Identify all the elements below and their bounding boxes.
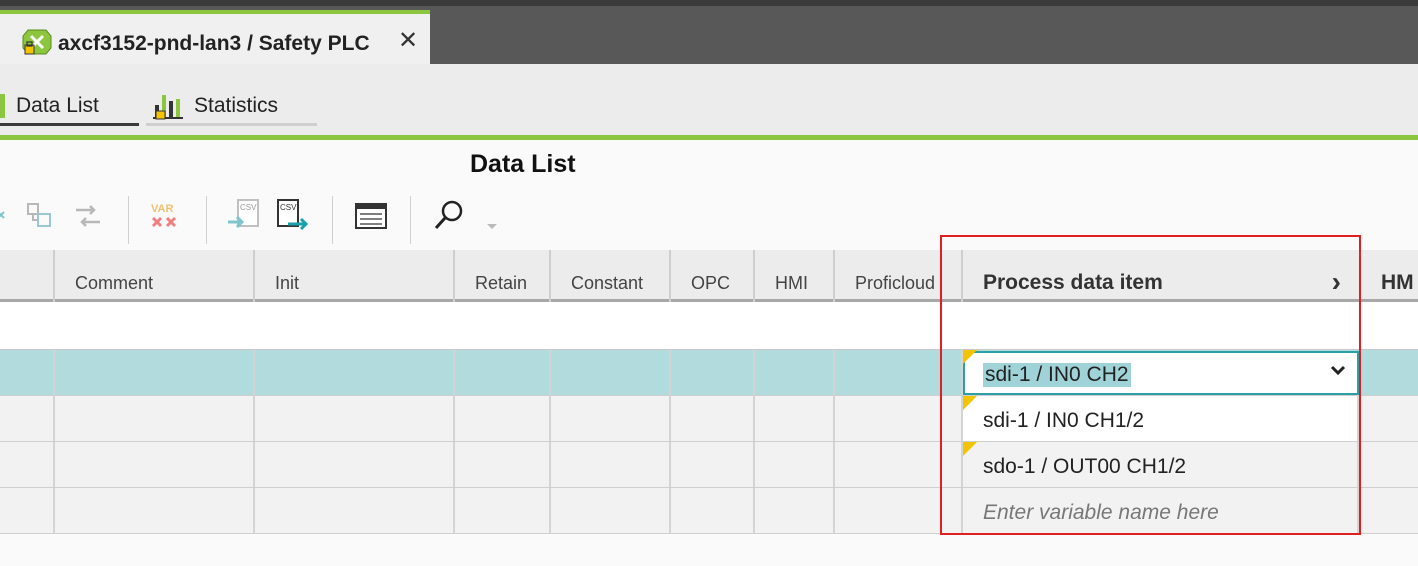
modified-flag-icon [963, 396, 977, 410]
tab-statistics-label: Statistics [194, 93, 279, 117]
table-cell[interactable] [255, 350, 455, 395]
table-cell[interactable] [755, 442, 835, 487]
column-header-hmi-partial[interactable]: HM [1361, 250, 1418, 302]
table-cell[interactable] [755, 488, 835, 533]
data-list-icon [0, 93, 5, 118]
column-header-init[interactable]: Init [255, 250, 455, 302]
table-row[interactable]: sdo-1 / OUT00 CH1/2 [0, 442, 1418, 488]
document-tab-title: axcf3152-pnd-lan3 / Safety PLC [58, 32, 370, 55]
data-list-panel: Data List VAR CSV CSV Comment Init Retai… [0, 140, 1418, 566]
process-data-item-value: sdi-1 / IN0 CH1/2 [983, 409, 1145, 432]
table-cell[interactable] [835, 442, 963, 487]
process-data-item-value[interactable]: sdi-1 / IN0 CH2 [983, 363, 1131, 387]
column-header-retain[interactable]: Retain [455, 250, 551, 302]
table-cell[interactable] [551, 350, 671, 395]
table-cell[interactable] [455, 488, 551, 533]
column-header-opc[interactable]: OPC [671, 250, 755, 302]
table-cell[interactable] [551, 442, 671, 487]
svg-text:VAR: VAR [151, 203, 173, 215]
export-csv-icon[interactable]: CSV [274, 198, 310, 234]
table-row-empty [0, 302, 1418, 350]
process-data-item-cell[interactable]: sdo-1 / OUT00 CH1/2 [963, 442, 1359, 487]
table-cell[interactable] [455, 350, 551, 395]
svg-text:CSV: CSV [280, 203, 297, 212]
toolbar-separator [410, 196, 411, 244]
table-row-selected[interactable]: sdi-1 / IN0 CH2 [0, 350, 1418, 396]
tab-data-list-label: Data List [16, 93, 99, 117]
toolbar-separator [332, 196, 333, 244]
chevron-right-icon[interactable]: › [1332, 266, 1341, 298]
modified-flag-icon [963, 442, 977, 456]
delete-variables-icon[interactable]: VAR [148, 198, 184, 234]
grid-header: Comment Init Retain Constant OPC HMI Pro… [0, 250, 1418, 302]
table-cell[interactable] [835, 488, 963, 533]
search-icon[interactable] [432, 198, 468, 234]
table-cell[interactable] [255, 396, 455, 441]
column-header-proficloud[interactable]: Proficloud [835, 250, 963, 302]
table-cell[interactable] [455, 396, 551, 441]
column-header-process-data-item[interactable]: Process data item › [963, 250, 1361, 302]
process-data-item-dropdown[interactable]: sdi-1 / IN0 CH2 [963, 351, 1359, 395]
table-cell[interactable] [55, 442, 255, 487]
table-cell[interactable] [55, 350, 255, 395]
table-cell[interactable] [671, 488, 755, 533]
search-dropdown-icon[interactable] [484, 218, 500, 234]
editor-subtabs: Data List Statistics [0, 64, 1418, 136]
table-cell[interactable] [671, 350, 755, 395]
table-view-icon[interactable] [354, 198, 390, 234]
table-cell[interactable] [55, 488, 255, 533]
process-data-item-cell[interactable]: sdi-1 / IN0 CH1/2 [963, 396, 1359, 441]
modified-flag-icon [963, 350, 977, 364]
column-header-comment[interactable]: Comment [55, 250, 255, 302]
toolbar-separator [206, 196, 207, 244]
table-cell[interactable] [835, 396, 963, 441]
copy-structure-icon[interactable] [22, 198, 58, 234]
table-cell[interactable] [0, 350, 55, 395]
column-header-process-data-item-label: Process data item [983, 271, 1163, 294]
table-cell[interactable] [0, 442, 55, 487]
column-header-name[interactable] [0, 250, 55, 302]
table-cell[interactable] [755, 350, 835, 395]
column-header-constant[interactable]: Constant [551, 250, 671, 302]
table-row-new[interactable]: Enter variable name here [0, 488, 1418, 534]
table-cell[interactable] [455, 442, 551, 487]
statistics-icon [153, 94, 183, 119]
panel-title: Data List [470, 150, 576, 178]
process-data-item-value: sdo-1 / OUT00 CH1/2 [983, 455, 1187, 478]
new-variable-placeholder[interactable]: Enter variable name here [983, 501, 1219, 525]
document-tab[interactable]: axcf3152-pnd-lan3 / Safety PLC ✕ [0, 10, 430, 65]
table-cell[interactable] [55, 396, 255, 441]
tab-data-list[interactable]: Data List [0, 88, 139, 126]
table-cell[interactable] [0, 396, 55, 441]
toolbar-separator [128, 196, 129, 244]
column-header-hmi[interactable]: HMI [755, 250, 835, 302]
import-csv-icon[interactable]: CSV [226, 198, 262, 234]
table-cell[interactable] [671, 396, 755, 441]
table-cell[interactable] [255, 442, 455, 487]
svg-text:CSV: CSV [240, 203, 257, 212]
table-cell[interactable] [671, 442, 755, 487]
table-cell[interactable] [551, 396, 671, 441]
chevron-down-icon[interactable] [1329, 361, 1347, 385]
table-row[interactable]: sdi-1 / IN0 CH1/2 [0, 396, 1418, 442]
safety-plc-icon [22, 29, 52, 55]
table-cell[interactable] [255, 488, 455, 533]
swap-icon[interactable] [70, 198, 106, 234]
toolbar: VAR CSV CSV [0, 192, 520, 248]
table-cell[interactable] [755, 396, 835, 441]
process-data-item-cell[interactable]: Enter variable name here [963, 488, 1359, 533]
tab-statistics[interactable]: Statistics [146, 88, 317, 126]
close-tab-icon[interactable]: ✕ [398, 28, 418, 54]
table-cell[interactable] [835, 350, 963, 395]
table-cell[interactable] [0, 488, 55, 533]
table-cell[interactable] [551, 488, 671, 533]
